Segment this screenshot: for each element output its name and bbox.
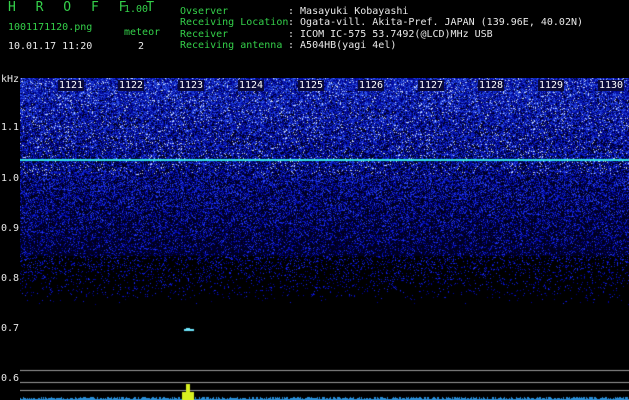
y-tick-label: 1.1 [1,122,20,133]
receiver-value: : ICOM IC-575 53.7492(@LCD)MHz USB [288,29,493,40]
file-name: 1001171120.png [8,22,93,33]
app-version: 1.00 [124,4,149,15]
y-tick-label: 0.9 [1,223,20,234]
x-tick-label: 1129 [538,80,565,91]
x-tick-label: 1125 [298,80,325,91]
file-datetime: 10.01.17 11:20 [8,41,93,52]
x-tick-label: 1123 [178,80,205,91]
y-tick-label: 0.8 [1,273,20,284]
antenna-value: : A504HB(yagi 4el) [288,40,397,51]
x-tick-label: 1124 [238,80,265,91]
x-tick-label: 1126 [358,80,385,91]
x-tick-label: 1122 [118,80,145,91]
meteor-count: 2 [138,41,145,52]
spectrogram-canvas [20,78,629,400]
location-key: Receiving Location [180,17,289,28]
x-tick-label: 1130 [598,80,625,91]
y-tick-label: 0.7 [1,323,20,334]
x-tick-label: 1128 [478,80,505,91]
location-value: : Ogata-vill. Akita-Pref. JAPAN (139.96E… [288,17,584,28]
x-tick-label: 1121 [58,80,85,91]
y-tick-label: 1.0 [1,173,20,184]
antenna-key: Receiving antenna [180,40,283,51]
y-tick-label: 0.6 [1,373,20,384]
observer-value: : Masayuki Kobayashi [288,6,409,17]
hrofft-window: { "app": { "name": "H R O F F T", "versi… [0,0,629,400]
y-axis-unit: kHz [1,74,20,85]
observer-key: Ovserver [180,6,229,17]
x-tick-label: 1127 [418,80,445,91]
meteor-label: meteor [124,27,161,38]
receiver-key: Receiver [180,29,229,40]
